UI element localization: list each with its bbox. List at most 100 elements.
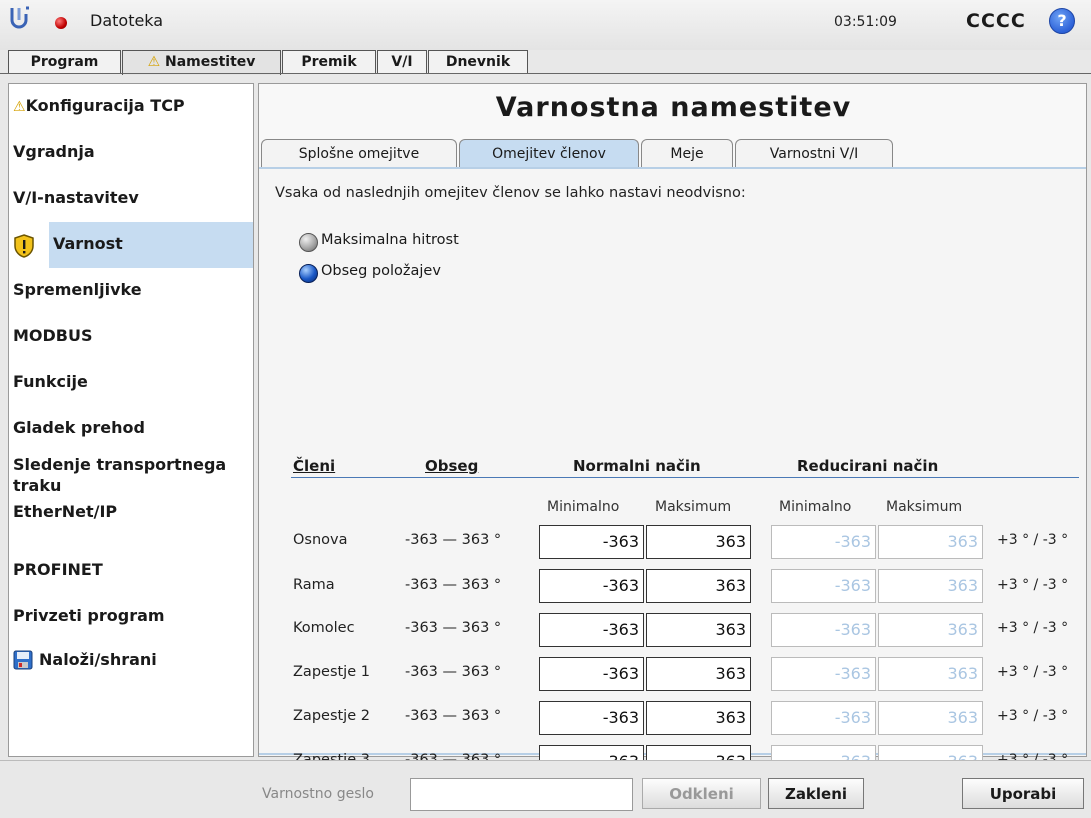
sidebar-item-modbus[interactable]: MODBUS: [9, 314, 253, 360]
sidebar-item-label: MODBUS: [13, 326, 93, 345]
subtab-label: Omejitev členov: [492, 146, 606, 162]
joint-name: Zapestje 1: [293, 664, 370, 680]
sidebar-item-vgradnja[interactable]: Vgradnja: [9, 130, 253, 176]
joint-range: -363 — 363 °: [405, 532, 502, 548]
joint-name: Komolec: [293, 620, 355, 636]
unlock-button[interactable]: Odkleni: [642, 778, 761, 809]
subtab-label: Meje: [670, 146, 704, 162]
subheader-reduced-min: Minimalno: [779, 499, 852, 515]
normal-min-input[interactable]: -363: [539, 525, 644, 559]
bottom-bar: Varnostno geslo Odkleni Zakleni Uporabi: [0, 760, 1091, 818]
tab-label: Dnevnik: [445, 54, 511, 70]
subtab-splosne-omejitve[interactable]: Splošne omejitve: [261, 139, 457, 167]
tolerance-text: +3 ° / -3 °: [997, 620, 1069, 636]
tab-vi[interactable]: V/I: [377, 50, 427, 73]
reduced-min-input: -363: [771, 701, 876, 735]
subtab-label: Splošne omejitve: [298, 146, 420, 162]
normal-max-input[interactable]: 363: [646, 701, 751, 735]
warning-icon: ⚠: [147, 54, 161, 70]
universal-robots-logo: [10, 6, 32, 30]
tab-premik[interactable]: Premik: [282, 50, 376, 73]
password-input[interactable]: [410, 778, 633, 811]
reduced-max-input: 363: [878, 569, 983, 603]
tab-program[interactable]: Program: [8, 50, 121, 73]
normal-max-input[interactable]: 363: [646, 613, 751, 647]
header-divider: [291, 477, 1079, 478]
sidebar-item-label: PROFINET: [13, 560, 103, 579]
tab-label: V/I: [391, 54, 413, 70]
sidebar-item-label: Vgradnja: [13, 142, 95, 161]
panel-content: Vsaka od naslednjih omejitev členov se l…: [259, 169, 1086, 779]
password-label: Varnostno geslo: [262, 786, 374, 802]
subtab-varnostni-vi[interactable]: Varnostni V/I: [735, 139, 893, 167]
description-text: Vsaka od naslednjih omejitev členov se l…: [275, 185, 746, 201]
normal-max-input[interactable]: 363: [646, 525, 751, 559]
sidebar-item-vi-nastavitev[interactable]: V/I-nastavitev: [9, 176, 253, 222]
tab-label: Premik: [301, 54, 357, 70]
normal-max-input[interactable]: 363: [646, 657, 751, 691]
sidebar-item-label: Naloži/shrani: [39, 650, 157, 669]
radio-maksimalna-hitrost[interactable]: Maksimalna hitrost: [299, 232, 519, 256]
shield-warning-icon: [13, 234, 35, 258]
help-icon[interactable]: ?: [1049, 8, 1075, 34]
robot-name: CCCC: [966, 10, 1026, 32]
sidebar-item-privzeti-program[interactable]: Privzeti program: [9, 592, 253, 638]
sidebar-item-konfiguracija-tcp[interactable]: ⚠Konfiguracija TCP: [9, 84, 253, 130]
sidebar-item-gladek-prehod[interactable]: Gladek prehod: [9, 406, 253, 452]
reduced-min-input: -363: [771, 657, 876, 691]
lock-button[interactable]: Zakleni: [768, 778, 864, 809]
sidebar-item-label: Gladek prehod: [13, 418, 145, 437]
header-normal-mode: Normalni način: [573, 457, 701, 475]
subtab-meje[interactable]: Meje: [641, 139, 733, 167]
sidebar-item-label: EtherNet/IP: [13, 502, 118, 521]
normal-min-input[interactable]: -363: [539, 569, 644, 603]
sidebar-item-spremenljivke[interactable]: Spremenljivke: [9, 268, 253, 314]
joint-range: -363 — 363 °: [405, 620, 502, 636]
tolerance-text: +3 ° / -3 °: [997, 532, 1069, 548]
main-panel: Varnostna namestitev Splošne omejitve Om…: [258, 83, 1087, 779]
radio-label: Maksimalna hitrost: [321, 232, 459, 248]
tab-namestitev[interactable]: ⚠ Namestitev: [122, 50, 281, 75]
sidebar-item-label: Konfiguracija TCP: [25, 96, 185, 115]
sidebar-item-sledenje-transportnega-traku[interactable]: Sledenje transportnega traku: [9, 450, 253, 500]
sidebar-item-profinet[interactable]: PROFINET: [9, 546, 253, 592]
tab-dnevnik[interactable]: Dnevnik: [428, 50, 528, 73]
reduced-min-input: -363: [771, 569, 876, 603]
radio-off-icon: [299, 233, 318, 252]
tolerance-text: +3 ° / -3 °: [997, 664, 1069, 680]
subheader-normal-max: Maksimum: [655, 499, 732, 515]
sidebar-item-label: V/I-nastavitev: [13, 188, 139, 207]
normal-max-input[interactable]: 363: [646, 569, 751, 603]
normal-min-input[interactable]: -363: [539, 657, 644, 691]
joint-name: Zapestje 2: [293, 708, 370, 724]
sidebar-item-label: Privzeti program: [13, 606, 165, 625]
joint-name: Rama: [293, 577, 335, 593]
subtab-label: Varnostni V/I: [769, 146, 859, 162]
radio-on-icon: [299, 264, 318, 283]
radio-obseg-polozajev[interactable]: Obseg položajev: [299, 263, 519, 287]
sidebar-item-label: Funkcije: [13, 372, 88, 391]
reduced-max-input: 363: [878, 525, 983, 559]
apply-button[interactable]: Uporabi: [962, 778, 1084, 809]
joint-limits-panel: Vsaka od naslednjih omejitev členov se l…: [259, 167, 1086, 779]
normal-min-input[interactable]: -363: [539, 701, 644, 735]
normal-min-input[interactable]: -363: [539, 613, 644, 647]
sidebar-item-nalozi-shrani[interactable]: Naloži/shrani: [9, 638, 253, 684]
joint-range: -363 — 363 °: [405, 708, 502, 724]
sidebar-item-funkcije[interactable]: Funkcije: [9, 360, 253, 406]
file-menu[interactable]: Datoteka: [90, 11, 163, 30]
joint-name: Osnova: [293, 532, 348, 548]
sidebar-item-label: Sledenje transportnega traku: [13, 455, 227, 495]
sidebar-item-label: Spremenljivke: [13, 280, 142, 299]
floppy-disk-icon: [13, 650, 33, 670]
subtab-omejitev-clenov[interactable]: Omejitev členov: [459, 139, 639, 167]
radio-label: Obseg položajev: [321, 263, 441, 279]
page-title: Varnostna namestitev: [495, 92, 852, 123]
sidebar-item-ethernet-ip[interactable]: EtherNet/IP: [9, 500, 253, 546]
tab-label: Program: [30, 54, 99, 70]
tab-label: Namestitev: [165, 54, 256, 70]
subheader-normal-min: Minimalno: [547, 499, 620, 515]
sidebar-item-label: Varnost: [53, 234, 123, 253]
record-indicator-icon: [55, 17, 67, 29]
tolerance-text: +3 ° / -3 °: [997, 577, 1069, 593]
